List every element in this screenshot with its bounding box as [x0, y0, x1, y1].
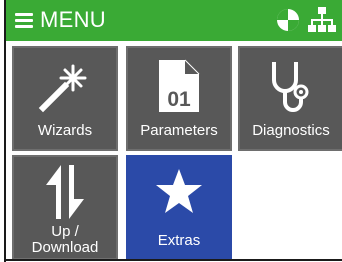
parameters-tile[interactable]: 01 Parameters — [126, 46, 232, 151]
up-download-label-line2: Download — [31, 239, 99, 256]
magic-wand-icon — [38, 64, 87, 113]
diagnostics-label: Diagnostics — [252, 122, 330, 139]
network-icon[interactable] — [308, 6, 336, 34]
file-01-icon: 01 — [159, 59, 200, 112]
stethoscope-icon — [272, 62, 309, 112]
wizards-tile[interactable]: Wizards — [12, 46, 118, 151]
parameters-label: Parameters — [140, 122, 218, 139]
menu-header: MENU — [6, 0, 342, 41]
star-icon — [156, 169, 202, 213]
pie-chart-icon[interactable] — [275, 7, 301, 33]
extras-label: Extras — [157, 232, 201, 249]
up-download-tile[interactable]: Up / Download — [12, 155, 118, 260]
diagnostics-tile[interactable]: Diagnostics — [238, 46, 342, 151]
window-bottom-border — [4, 259, 342, 261]
menu-title[interactable]: MENU — [40, 7, 106, 33]
up-download-label-line1: Up / — [51, 223, 79, 240]
file-number-text: 01 — [167, 88, 191, 111]
wizards-label: Wizards — [37, 122, 93, 139]
hamburger-icon[interactable] — [15, 13, 33, 28]
up-down-arrows-icon — [46, 165, 84, 219]
extras-tile[interactable]: Extras — [126, 155, 232, 260]
